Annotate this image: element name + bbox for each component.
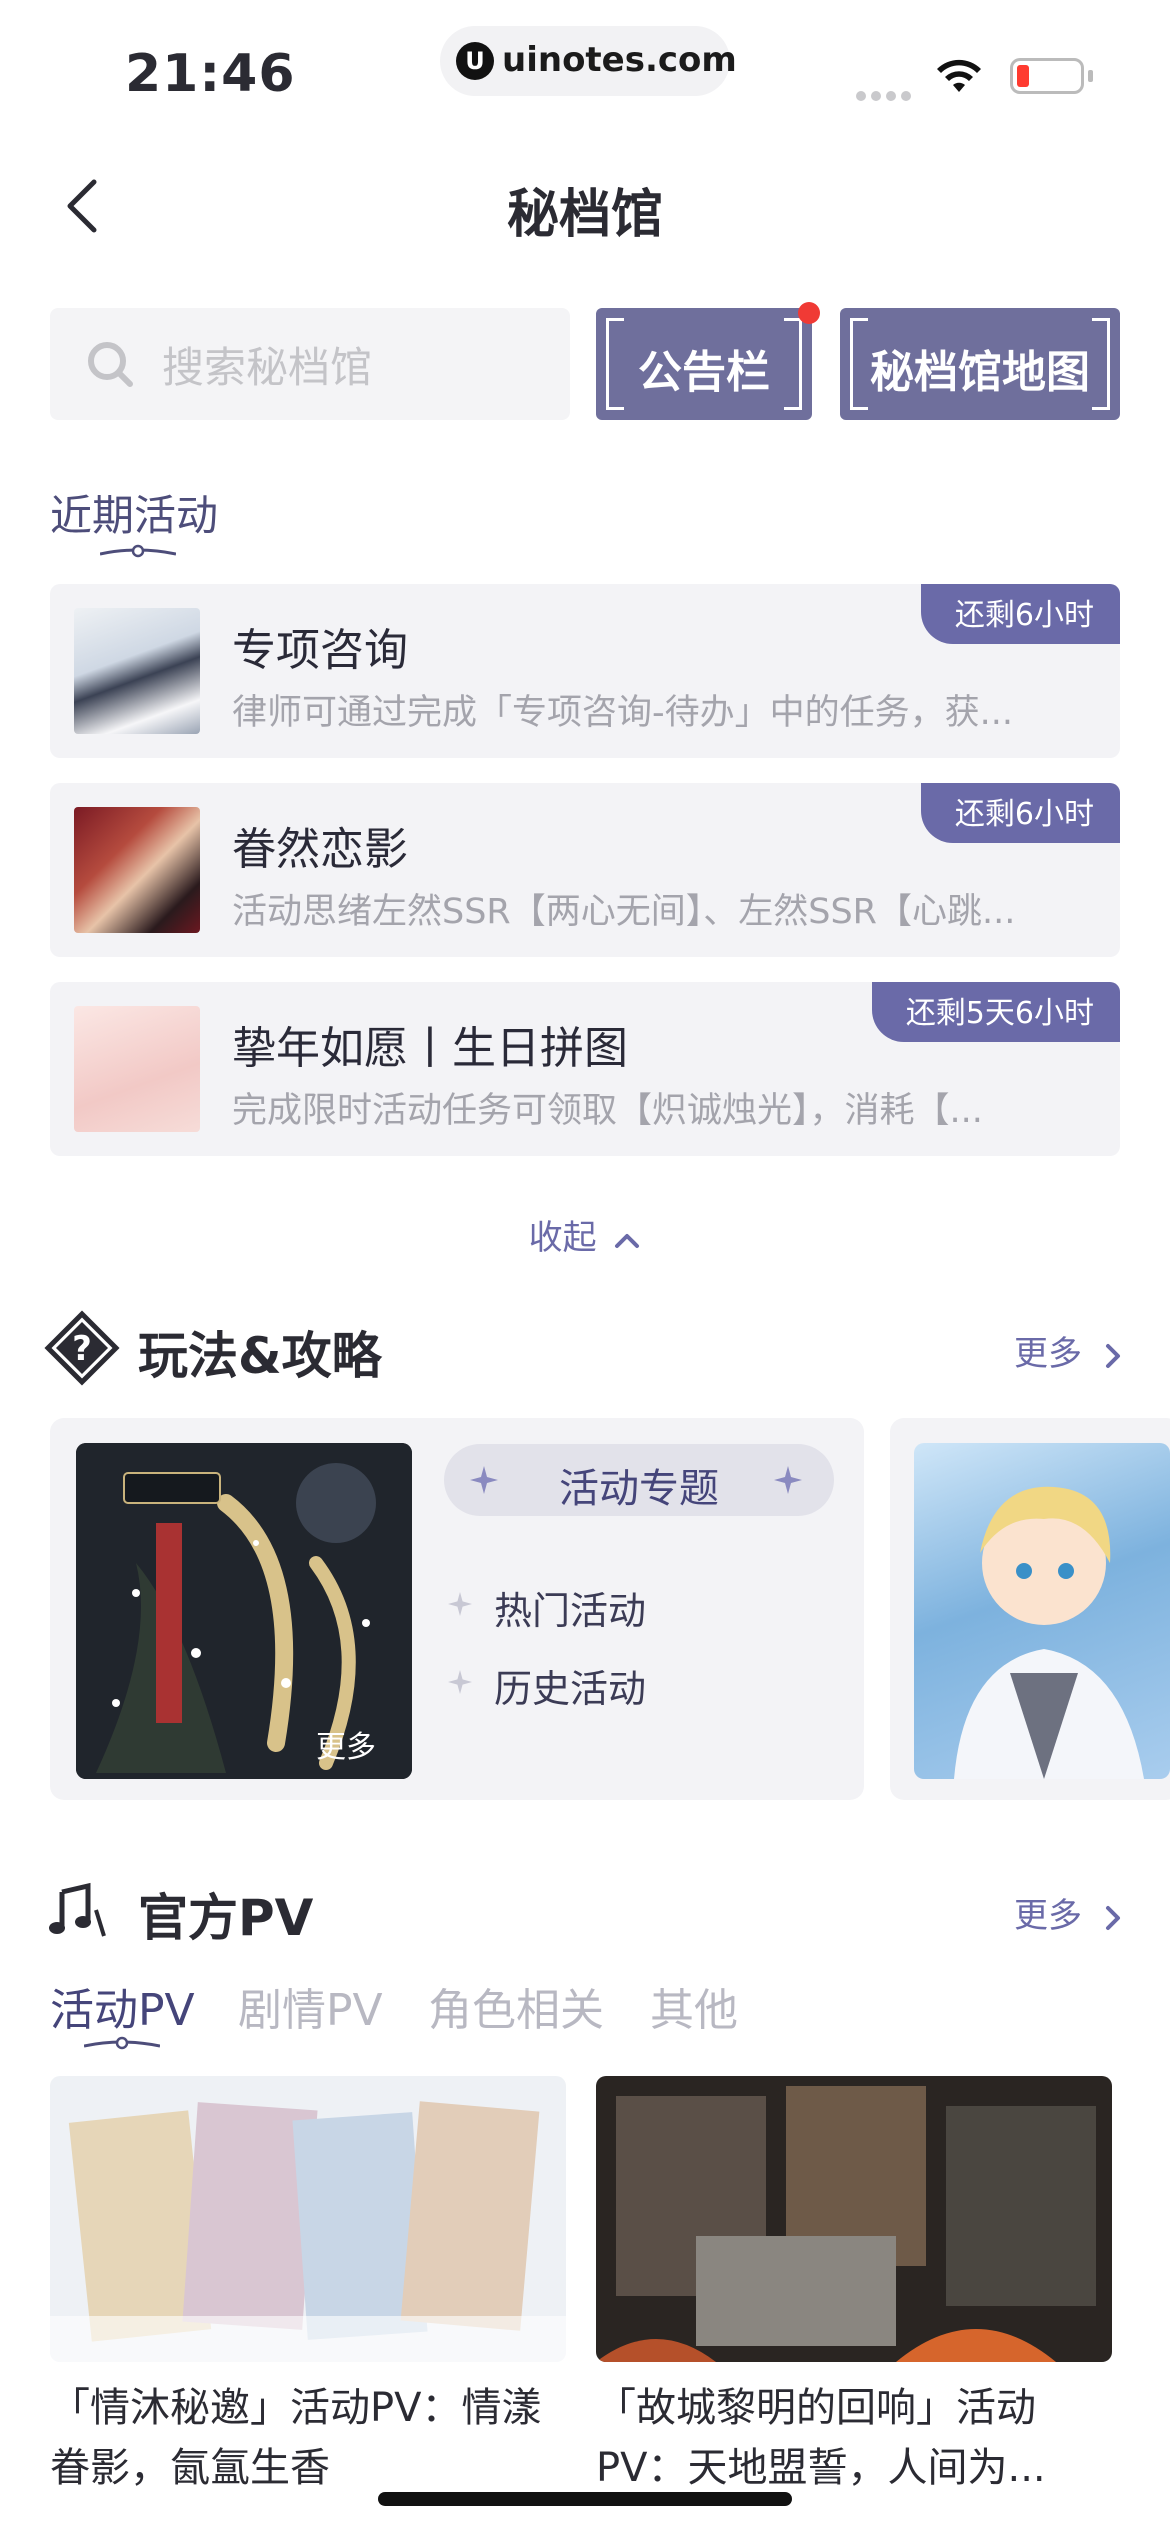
- pv-thumbnail[interactable]: [50, 2076, 566, 2362]
- character-banner-image[interactable]: [914, 1443, 1170, 1779]
- activity-desc: 律师可通过完成「专项咨询-待办」中的任务，获...: [232, 693, 1014, 733]
- history-activities-link[interactable]: 历史活动: [494, 1658, 646, 1713]
- pv-caption[interactable]: 「故城黎明的回响」活动PV：天地盟誓，人间为...: [596, 2378, 1112, 2498]
- url-text[interactable]: uinotes.com: [502, 40, 737, 80]
- active-tab-indicator: [84, 2036, 160, 2050]
- search-placeholder: 搜索秘档馆: [162, 343, 373, 392]
- sparkle-icon: [448, 1670, 472, 1694]
- collapse-label: 收起: [528, 1218, 597, 1258]
- activity-thumbnail: [74, 807, 200, 933]
- character-banner-art: [954, 1486, 1144, 1779]
- official-pv-heading: 官方PV: [138, 1889, 314, 1947]
- gameplay-more-label: 更多: [1014, 1334, 1082, 1374]
- banner-more-label: 更多: [316, 1730, 376, 1765]
- activity-title: 专项咨询: [232, 625, 408, 676]
- tab-story-pv[interactable]: 剧情PV: [238, 1974, 383, 2038]
- svg-text:?: ?: [72, 1329, 92, 1369]
- music-notes-icon: [49, 1882, 106, 1937]
- search-icon: [88, 342, 133, 387]
- pv-caption[interactable]: 「情沐秘邀」活动PV：情漾眷影，氤氲生香: [50, 2378, 580, 2498]
- activity-card[interactable]: 眷然恋影 活动思绪左然SSR【两心无间】、左然SSR【心跳... 还剩6小时: [50, 783, 1120, 957]
- gameplay-more-link[interactable]: 更多: [1014, 1326, 1123, 1375]
- notification-dot: [798, 302, 820, 324]
- chevron-right-icon: [1105, 1905, 1120, 1930]
- activity-desc: 完成限时活动任务可领取【炽诚烛光】，消耗【...: [232, 1091, 983, 1131]
- gameplay-heading: 玩法&攻略: [138, 1327, 382, 1385]
- activity-thumbnail: [74, 608, 200, 734]
- ornament-divider: [100, 544, 176, 558]
- notice-board-label: 公告栏: [638, 347, 770, 398]
- activity-desc: 活动思绪左然SSR【两心无间】、左然SSR【心跳...: [232, 892, 1016, 932]
- archive-map-label: 秘档馆地图: [870, 347, 1090, 398]
- pv-thumbnail[interactable]: [596, 2076, 1112, 2362]
- pv-thumbnail-art: [50, 2076, 566, 2362]
- status-time: 21:46: [125, 44, 296, 104]
- question-diamond-icon: ?: [44, 1310, 120, 1386]
- url-logo-icon: U: [456, 42, 494, 80]
- time-left-badge: 还剩6小时: [920, 783, 1120, 843]
- time-left-badge: 还剩5天6小时: [871, 982, 1120, 1042]
- tab-character[interactable]: 角色相关: [428, 1974, 604, 2038]
- chevron-right-icon: [1105, 1343, 1120, 1368]
- home-indicator[interactable]: [378, 2492, 792, 2506]
- page-title: 秘档馆: [506, 185, 663, 245]
- wifi-icon: [937, 59, 981, 92]
- pv-more-label: 更多: [1014, 1896, 1082, 1936]
- recent-activities-heading: 近期活动: [50, 491, 219, 540]
- battery-icon: [1010, 58, 1084, 94]
- collapse-button[interactable]: 收起: [0, 1210, 1170, 1259]
- pv-thumbnail-art: [596, 2076, 1112, 2362]
- hot-activities-link[interactable]: 热门活动: [494, 1580, 646, 1635]
- battery-tip: [1088, 70, 1093, 82]
- activity-thumbnail: [74, 1006, 200, 1132]
- archive-map-button[interactable]: 秘档馆地图: [840, 308, 1120, 420]
- pv-more-link[interactable]: 更多: [1014, 1888, 1123, 1937]
- activity-title: 挚年如愿丨生日拼图: [232, 1023, 628, 1074]
- sparkle-icon: [448, 1592, 472, 1616]
- time-left-badge: 还剩6小时: [920, 584, 1120, 644]
- signal-icon: [856, 86, 916, 105]
- sparkle-icon: [774, 1466, 802, 1494]
- activity-card[interactable]: 挚年如愿丨生日拼图 完成限时活动任务可领取【炽诚烛光】，消耗【... 还剩5天6…: [50, 982, 1120, 1156]
- notice-board-button[interactable]: 公告栏: [596, 308, 812, 420]
- chevron-up-icon: [615, 1233, 640, 1248]
- activity-card[interactable]: 专项咨询 律师可通过完成「专项咨询-待办」中的任务，获... 还剩6小时: [50, 584, 1120, 758]
- tab-other[interactable]: 其他: [650, 1974, 738, 2038]
- tab-activity-pv[interactable]: 活动PV: [50, 1974, 195, 2038]
- activity-title: 眷然恋影: [232, 824, 408, 875]
